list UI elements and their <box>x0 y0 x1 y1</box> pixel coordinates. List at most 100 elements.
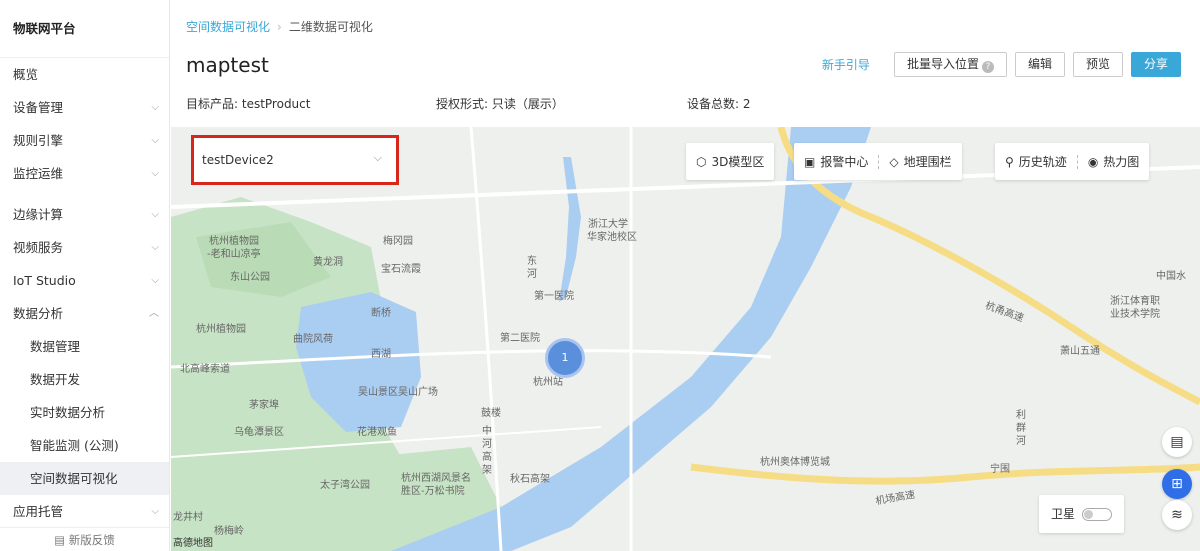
brand-title: 物联网平台 <box>0 0 169 58</box>
map-label: 业技术学院 <box>1110 309 1160 320</box>
share-button[interactable]: 分享 <box>1130 52 1181 77</box>
map-label: 河 <box>1016 436 1026 447</box>
batch-import-button[interactable]: 批量导入位置? <box>893 52 1007 77</box>
map-label: 杨梅岭 <box>214 526 244 537</box>
feedback-label: 新版反馈 <box>68 533 115 547</box>
device-select-value: testDevice2 <box>202 153 274 167</box>
map-label: 黄龙洞 <box>313 257 343 268</box>
cube-icon: ⬡ <box>696 154 707 169</box>
geo-fence-label: 地理围栏 <box>903 155 952 169</box>
toolbar-alarm-fence: ▣ 报警中心 ◇ 地理围栏 <box>794 143 962 180</box>
header-actions: 新手引导 批量导入位置? 编辑 预览 分享 <box>822 52 1181 77</box>
sidebar-item-label: 应用托管 <box>13 504 64 519</box>
feedback-link[interactable]: ▤ 新版反馈 <box>0 527 169 551</box>
map-label: 龙井村 <box>173 512 203 523</box>
sidebar-item-realtime-analysis[interactable]: 实时数据分析 <box>0 396 169 429</box>
divider <box>1076 154 1078 169</box>
map-label: 中国水 <box>1156 271 1186 282</box>
batch-import-label: 批量导入位置 <box>906 57 979 71</box>
sidebar-item-device-management[interactable]: 设备管理 ⌵ <box>0 91 169 124</box>
sidebar-item-data-management[interactable]: 数据管理 <box>0 330 169 363</box>
chevron-down-icon: ⌵ <box>151 242 159 253</box>
device-cluster-marker[interactable]: 1 <box>545 338 585 378</box>
sidebar-item-app-hosting[interactable]: 应用托管 ⌵ <box>0 495 169 528</box>
help-icon[interactable]: ? <box>981 61 994 73</box>
toggle-switch[interactable] <box>1082 508 1112 521</box>
chevron-down-icon: ⌵ <box>151 168 159 179</box>
page-header: 空间数据可视化 › 二维数据可视化 maptest 新手引导 批量导入位置? 编辑 … <box>171 0 1200 127</box>
map-label: 杭州植物园 <box>196 324 246 335</box>
sidebar-nav: 概览 设备管理 ⌵ 规则引擎 ⌵ 监控运维 ⌵ 边缘计算 ⌵ 视频服务 ⌵ IoT Stu… <box>0 58 169 528</box>
map-canvas[interactable]: 浙江大学 华家池校区 东 河 第一医院 第二医院 杭州站 鼓楼 中 河 高 架 … <box>171 127 1200 551</box>
toolbar-3d: ⬡ 3D模型区 <box>686 143 775 180</box>
sidebar-item-iot-studio[interactable]: IoT Studio ⌵ <box>0 264 169 297</box>
chat-icon[interactable]: ▤ <box>1162 427 1192 457</box>
sidebar-item-label: 智能监测 (公测) <box>30 438 119 453</box>
map-label: 秋石高架 <box>510 474 550 485</box>
map-label: 河 <box>527 269 537 280</box>
location-pin-icon: ⚲ <box>1005 154 1014 169</box>
chevron-down-icon: ⌵ <box>151 209 159 220</box>
feedback-icon: ▤ <box>54 533 69 547</box>
alarm-center-button[interactable]: ▣ 报警中心 <box>804 153 868 170</box>
map-logo: 高德地图 <box>173 538 213 549</box>
layers-icon[interactable]: ≋ <box>1162 500 1192 530</box>
map-label: 花港观鱼 <box>357 427 397 438</box>
sidebar-item-label: 空间数据可视化 <box>30 471 118 486</box>
breadcrumb: 空间数据可视化 › 二维数据可视化 <box>186 18 373 35</box>
preview-button[interactable]: 预览 <box>1072 52 1123 77</box>
sidebar-item-label: 视频服务 <box>13 240 64 255</box>
sidebar: 物联网平台 概览 设备管理 ⌵ 规则引擎 ⌵ 监控运维 ⌵ 边缘计算 ⌵ 视频服务 ⌵ I… <box>0 0 170 551</box>
map-label: 曲院风荷 <box>293 334 333 345</box>
chevron-down-icon: ⌵ <box>151 275 159 286</box>
map-label: 宁围 <box>990 464 1010 475</box>
sidebar-item-label: 边缘计算 <box>13 207 64 222</box>
heatmap-button[interactable]: ◉ 热力图 <box>1088 153 1140 170</box>
breadcrumb-separator-icon: › <box>277 20 282 34</box>
model-3d-button[interactable]: ⬡ 3D模型区 <box>696 153 764 170</box>
map-label: 华家池校区 <box>587 232 637 243</box>
sidebar-item-smart-monitoring[interactable]: 智能监测 (公测) <box>0 429 169 462</box>
map-label: 西湖 <box>371 349 391 360</box>
toolbar-history-heat: ⚲ 历史轨迹 ◉ 热力图 <box>995 143 1150 180</box>
model-3d-label: 3D模型区 <box>711 155 765 169</box>
heatmap-icon: ◉ <box>1087 154 1099 169</box>
breadcrumb-parent-link[interactable]: 空间数据可视化 <box>186 20 270 34</box>
breadcrumb-current: 二维数据可视化 <box>288 20 373 34</box>
chevron-down-icon: ⌵ <box>373 151 382 164</box>
map-label: 萧山五通 <box>1060 346 1100 357</box>
sidebar-item-label: 概览 <box>13 67 39 82</box>
apps-icon[interactable]: ⊞ <box>1162 469 1192 499</box>
map-label: -老和山凉亭 <box>207 249 261 260</box>
fence-icon: ◇ <box>889 154 899 169</box>
sidebar-item-monitoring[interactable]: 监控运维 ⌵ <box>0 157 169 190</box>
device-select[interactable]: testDevice2 ⌵ <box>191 135 399 185</box>
sidebar-item-edge-computing[interactable]: 边缘计算 ⌵ <box>0 198 169 231</box>
sidebar-item-label: 监控运维 <box>13 166 64 181</box>
satellite-toggle[interactable]: 卫星 <box>1039 495 1124 533</box>
sidebar-item-data-analysis[interactable]: 数据分析 ︿ <box>0 297 169 330</box>
history-track-button[interactable]: ⚲ 历史轨迹 <box>1005 153 1067 170</box>
map-label: 梅冈园 <box>383 236 413 247</box>
edit-button[interactable]: 编辑 <box>1014 52 1065 77</box>
map-label: 东山公园 <box>230 272 270 283</box>
map-label: 吴山景区吴山广场 <box>358 387 438 398</box>
heatmap-label: 热力图 <box>1103 155 1140 169</box>
sidebar-item-video-service[interactable]: 视频服务 ⌵ <box>0 231 169 264</box>
chevron-down-icon: ⌵ <box>151 135 159 146</box>
sidebar-item-data-development[interactable]: 数据开发 <box>0 363 169 396</box>
map-label: 宝石流霞 <box>381 264 421 275</box>
sidebar-item-label: 数据管理 <box>30 339 81 354</box>
sidebar-item-label: 数据分析 <box>13 306 64 321</box>
guide-link[interactable]: 新手引导 <box>822 56 870 73</box>
sidebar-item-label: IoT Studio <box>13 273 76 288</box>
map-label: 第一医院 <box>534 291 574 302</box>
sidebar-item-overview[interactable]: 概览 <box>0 58 169 91</box>
map-label: 茅家埠 <box>249 400 279 411</box>
sidebar-item-spatial-visualization[interactable]: 空间数据可视化 <box>0 462 169 495</box>
sidebar-item-label: 设备管理 <box>13 100 64 115</box>
alarm-icon: ▣ <box>804 154 816 169</box>
geo-fence-button[interactable]: ◇ 地理围栏 <box>889 153 951 170</box>
sidebar-item-rule-engine[interactable]: 规则引擎 ⌵ <box>0 124 169 157</box>
history-track-label: 历史轨迹 <box>1018 155 1067 169</box>
